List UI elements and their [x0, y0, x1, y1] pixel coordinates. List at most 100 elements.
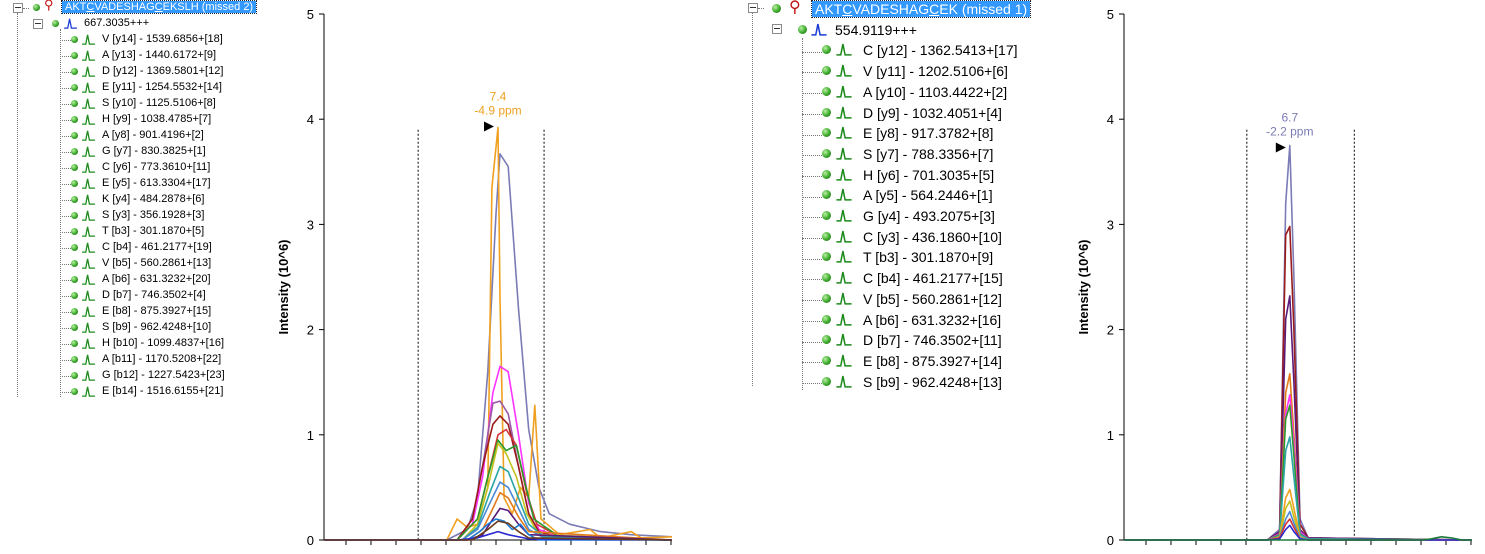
peptide-part: EKSLH (missed 2) [162, 1, 254, 13]
peptide-title[interactable]: AKTCVADESHAGCEKSLH (missed 2) [60, 0, 258, 14]
transition-item[interactable]: S [y7] - 788.3356+[7] [863, 146, 993, 162]
transition-item[interactable]: V [b5] - 560.2861+[12] [863, 291, 1002, 307]
y-tick-label: 5 [307, 7, 314, 22]
transition-item[interactable]: G [y7] - 830.3825+[1] [102, 145, 206, 157]
transition-item[interactable]: D [b7] - 746.3502+[11] [863, 332, 1002, 348]
peak-icon [82, 146, 95, 157]
tree-connector [60, 152, 71, 153]
transition-item[interactable]: C [y12] - 1362.5413+[17] [863, 42, 1018, 58]
transition-item[interactable]: C [b4] - 461.2177+[15] [863, 270, 1003, 286]
status-bullet [71, 196, 78, 203]
transition-item[interactable]: A [y10] - 1103.4422+[2] [863, 84, 1007, 100]
transition-item[interactable]: A [b6] - 631.3232+[20] [102, 273, 211, 285]
tree-connector [802, 362, 822, 364]
transition-item[interactable]: H [y9] - 1038.4785+[7] [102, 113, 211, 125]
transition-item[interactable]: D [y9] - 1032.4051+[4] [863, 105, 1002, 121]
precursor-label[interactable]: 667.3035+++ [84, 17, 149, 29]
left-chromatogram-chart: 0 1 2 3 4 5 Intensity (10^6) 7.4-4.9 ppm [276, 7, 673, 548]
peak-icon [82, 274, 95, 285]
peak-icon [82, 306, 95, 317]
status-bullet [71, 340, 78, 347]
status-bullet [822, 273, 831, 283]
transition-item[interactable]: A [b6] - 631.3232+[16] [863, 312, 1001, 328]
status-bullet [822, 66, 831, 76]
peak-icon [82, 386, 95, 397]
tree-connector [60, 56, 71, 57]
collapse-toggle[interactable] [772, 23, 782, 34]
transition-item[interactable]: A [b11] - 1170.5208+[22] [102, 353, 221, 365]
status-bullet [71, 148, 78, 155]
right-chromatogram-chart: 0 1 2 3 4 5 Intensity (10^6) 6.7-2.2 ppm [1076, 7, 1473, 548]
peak-icon [82, 258, 95, 269]
transition-item[interactable]: C [b4] - 461.2177+[19] [102, 241, 212, 253]
peak-icon [82, 98, 95, 109]
tree-connector [60, 296, 71, 297]
transition-item[interactable]: D [b7] - 746.3502+[4] [102, 289, 206, 301]
status-bullet [71, 116, 78, 123]
tree-connector [802, 258, 822, 260]
transition-item[interactable]: V [b5] - 560.2861+[13] [102, 257, 211, 269]
transition-item[interactable]: D [y12] - 1369.5801+[12] [102, 65, 223, 77]
transition-item[interactable]: E [b8] - 875.3927+[14] [863, 353, 1002, 369]
tree-connector [60, 392, 71, 393]
precursor-label[interactable]: 554.9119+++ [835, 22, 917, 38]
tree-connector [752, 13, 753, 386]
status-bullet [822, 128, 831, 138]
transition-item[interactable]: S [b9] - 962.4248+[13] [863, 374, 1002, 390]
right-transition-tree: ⚲ AKTCVADESHAGCEK (missed 1) 554.9119+++ C … [745, 0, 1035, 400]
peak-icon [836, 106, 852, 119]
transition-item[interactable]: C [y3] - 436.1860+[10] [863, 229, 1002, 245]
peak-icon [82, 34, 95, 45]
collapse-toggle[interactable] [13, 3, 23, 13]
peak-marker-icon [484, 121, 494, 132]
transition-item[interactable]: E [b14] - 1516.6155+[21] [102, 385, 223, 397]
transition-item[interactable]: S [y10] - 1125.5106+[8] [102, 97, 216, 109]
peak-icon [836, 65, 852, 77]
peptide-part: C [842, 1, 853, 17]
peak-icon [836, 334, 852, 346]
transition-item[interactable]: T [b3] - 301.1870+[9] [863, 249, 993, 265]
collapse-toggle[interactable] [33, 19, 43, 29]
tree-connector [802, 341, 822, 343]
transition-item[interactable]: V [y11] - 1202.5106+[6] [863, 63, 1008, 79]
collapse-toggle[interactable] [748, 3, 758, 13]
peptide-part: AKT [65, 1, 87, 13]
transition-item[interactable]: K [y4] - 484.2878+[6] [102, 193, 204, 205]
peak-icon [836, 272, 852, 284]
status-bullet [822, 190, 831, 200]
peptide-part: C [929, 1, 940, 17]
y-axis-label: Intensity (10^6) [1076, 239, 1091, 334]
protein-marker-icon: ⚲ [44, 0, 54, 12]
transition-item[interactable]: V [y14] - 1539.6856+[18] [102, 33, 223, 45]
transition-item[interactable]: H [y6] - 701.3035+[5] [863, 167, 994, 183]
series-line [324, 126, 673, 541]
transition-item[interactable]: E [y5] - 613.3304+[17] [102, 177, 211, 189]
peptide-part: VADESHAG [852, 1, 930, 17]
transition-item[interactable]: A [y8] - 901.4196+[2] [102, 129, 204, 141]
status-bullet [798, 24, 807, 34]
tree-connector [60, 232, 71, 233]
peptide-title[interactable]: AKTCVADESHAGCEK (missed 1) [810, 0, 1032, 18]
transition-item[interactable]: A [y5] - 564.2446+[1] [863, 187, 993, 203]
transition-item[interactable]: H [b10] - 1099.4837+[16] [102, 337, 224, 349]
series-line [324, 153, 673, 541]
transition-item[interactable]: G [y4] - 493.2075+[3] [863, 208, 995, 224]
transition-item[interactable]: E [y11] - 1254.5532+[14] [102, 81, 222, 93]
status-bullet [71, 164, 78, 171]
transition-item[interactable]: S [y3] - 356.1928+[3] [102, 209, 204, 221]
transition-item[interactable]: T [b3] - 301.1870+[5] [102, 225, 204, 237]
peak-icon [82, 82, 95, 93]
transition-item[interactable]: A [y13] - 1440.6172+[9] [102, 49, 216, 61]
transition-item[interactable]: G [b12] - 1227.5423+[23] [102, 369, 225, 381]
tree-connector [60, 328, 71, 329]
transition-item[interactable]: E [y8] - 917.3782+[8] [863, 125, 993, 141]
transition-item[interactable]: E [b8] - 875.3927+[15] [102, 305, 211, 317]
tree-connector [60, 168, 71, 169]
tree-connector [802, 93, 822, 95]
status-bullet [71, 180, 78, 187]
tree-connector [802, 320, 822, 322]
transition-item[interactable]: C [y6] - 773.3610+[11] [102, 161, 210, 173]
transition-item[interactable]: S [b9] - 962.4248+[10] [102, 321, 211, 333]
tree-connector [802, 382, 822, 384]
peak-icon [82, 130, 95, 141]
